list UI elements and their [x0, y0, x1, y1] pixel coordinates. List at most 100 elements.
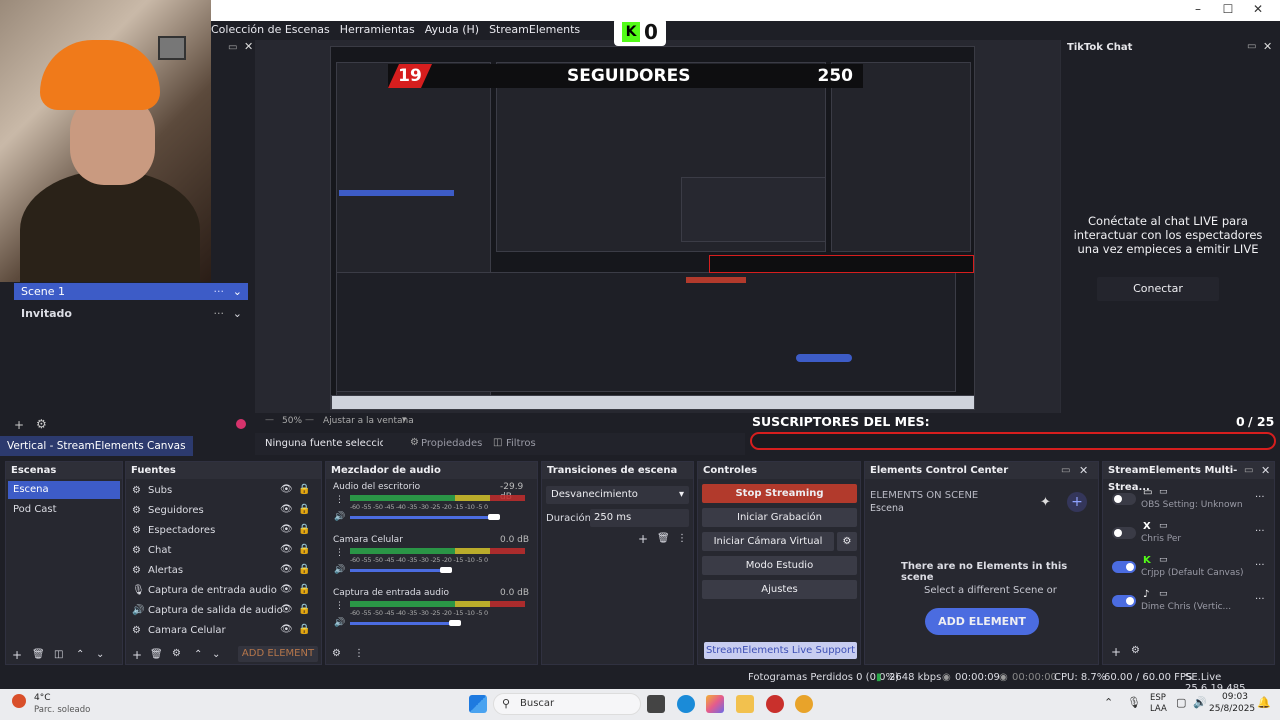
task-view-icon[interactable] [647, 695, 665, 713]
dock-float-icon[interactable]: ▭ [1247, 41, 1256, 52]
lock-icon[interactable]: 🔒 [298, 604, 310, 615]
add-icon[interactable]: + [14, 418, 26, 432]
menu-tools[interactable]: Herramientas [340, 21, 415, 39]
volume-slider[interactable] [350, 622, 455, 625]
dock-float-icon[interactable]: ▭ [1061, 465, 1070, 476]
lock-icon[interactable]: 🔒 [298, 504, 310, 515]
dock-close-icon[interactable]: ✕ [1079, 464, 1088, 477]
transition-select[interactable]: Desvanecimiento ▾ [546, 486, 689, 504]
fit-to-window-select[interactable]: Ajustar a la ventana [323, 416, 414, 426]
virtual-camera-button[interactable]: Iniciar Cámara Virtual [702, 532, 834, 551]
weather-icon[interactable] [12, 694, 26, 708]
zoom-out-icon[interactable]: — [265, 415, 274, 425]
zoom-in-icon[interactable]: — [305, 415, 314, 425]
move-up-icon[interactable]: ⌃ [194, 649, 202, 660]
trash-icon[interactable]: 🗑 [657, 533, 670, 544]
eye-icon[interactable]: 👁 [280, 564, 293, 575]
more-vertical-icon[interactable]: ⋮ [335, 601, 344, 611]
source-item[interactable]: ⚙ Seguidores 👁 🔒 [132, 504, 317, 521]
stop-streaming-button[interactable]: Stop Streaming [702, 484, 857, 503]
more-icon[interactable]: ··· [1255, 526, 1265, 537]
record-dot-icon[interactable] [236, 419, 246, 429]
settings-button[interactable]: Ajustes [702, 580, 857, 599]
destination-toggle[interactable] [1112, 527, 1136, 539]
taskbar-search[interactable]: ⚲ Buscar [493, 693, 641, 715]
more-icon[interactable]: ··· [1255, 560, 1265, 571]
eye-icon[interactable]: 👁 [280, 484, 293, 495]
source-item[interactable]: 🎙 Captura de entrada audio 👁 🔒 [132, 584, 317, 601]
start-recording-button[interactable]: Iniciar Grabación [702, 508, 857, 527]
file-explorer-icon[interactable] [736, 695, 754, 713]
eye-icon[interactable]: 👁 [280, 584, 293, 595]
more-icon[interactable]: ··· [1255, 492, 1265, 503]
volume-slider[interactable] [350, 569, 447, 572]
add-icon[interactable]: + [132, 648, 142, 662]
more-icon[interactable]: ··· [1255, 594, 1265, 605]
menu-scene-collection[interactable]: Colección de Escenas [211, 21, 330, 39]
preview-canvas[interactable] [330, 46, 975, 410]
copilot-icon[interactable] [706, 695, 724, 713]
scene-item-scene-1[interactable]: Scene 1 ··· ⌄ [14, 283, 248, 300]
filter-icon[interactable]: ◫ [54, 649, 63, 660]
minimize-icon[interactable]: – [1183, 2, 1213, 19]
chevron-down-icon[interactable]: ⌄ [233, 305, 242, 322]
close-icon[interactable]: ✕ [1243, 2, 1273, 19]
gear-icon[interactable]: ⚙ [172, 648, 181, 659]
lock-icon[interactable]: 🔒 [298, 584, 310, 595]
source-item[interactable]: ⚙ Alertas 👁 🔒 [132, 564, 317, 581]
dock-close-icon[interactable]: ✕ [1263, 40, 1272, 53]
duration-input[interactable]: 250 ms [590, 509, 689, 527]
gear-icon[interactable]: ⚙ [332, 648, 341, 659]
menu-streamelements[interactable]: StreamElements [489, 21, 580, 39]
source-item[interactable]: ⚙ Chat 👁 🔒 [132, 544, 317, 561]
source-item[interactable]: ⚙ Espectadores 👁 🔒 [132, 524, 317, 541]
volume-slider-knob[interactable] [440, 567, 453, 573]
volume-icon[interactable]: 🔊 [334, 618, 345, 628]
microphone-icon[interactable]: 🎙 [1127, 696, 1141, 709]
add-icon[interactable]: + [12, 648, 22, 662]
tab-vertical-canvas[interactable]: Vertical - StreamElements Canvas [0, 436, 193, 456]
scene-item-invitado[interactable]: Invitado ··· ⌄ [14, 305, 248, 322]
language-code[interactable]: ESP [1150, 693, 1166, 703]
scene-item-pod-cast[interactable]: Pod Cast [13, 504, 57, 515]
live-support-button[interactable]: StreamElements Live Support [704, 642, 857, 659]
eye-icon[interactable]: 👁 [280, 624, 293, 635]
scene-item-escena[interactable]: Escena [8, 481, 120, 499]
add-icon[interactable]: + [1111, 645, 1121, 659]
gear-icon[interactable]: ⚙ [36, 417, 47, 431]
volume-slider-knob[interactable] [449, 620, 461, 626]
dock-float-icon[interactable]: ▭ [1244, 465, 1253, 476]
trash-icon[interactable]: 🗑 [150, 649, 163, 660]
volume-slider[interactable] [350, 516, 494, 519]
opera-icon[interactable] [766, 695, 784, 713]
windows-start-icon[interactable] [469, 695, 487, 713]
filters-button[interactable]: Filtros [506, 438, 536, 449]
dock-close-icon[interactable]: ✕ [1261, 464, 1270, 477]
add-element-button[interactable]: ADD ELEMENT [925, 608, 1039, 635]
eye-icon[interactable]: 👁 [280, 604, 293, 615]
chevron-down-icon[interactable]: ▾ [402, 415, 407, 425]
source-item[interactable]: ⚙ Subs 👁 🔒 [132, 484, 317, 501]
add-icon[interactable]: + [1067, 492, 1087, 512]
lock-icon[interactable]: 🔒 [298, 564, 310, 575]
properties-button[interactable]: Propiedades [421, 438, 482, 449]
eye-icon[interactable]: 👁 [280, 524, 293, 535]
destination-toggle[interactable] [1112, 595, 1136, 607]
add-element-button[interactable]: ADD ELEMENT [238, 646, 318, 662]
destination-toggle[interactable] [1112, 493, 1136, 505]
studio-mode-button[interactable]: Modo Estudio [702, 556, 857, 575]
keyboard-layout[interactable]: LAA [1150, 704, 1167, 714]
chevron-down-icon[interactable]: ⌄ [233, 283, 242, 300]
move-down-icon[interactable]: ⌄ [212, 649, 220, 660]
sparkle-icon[interactable]: ✦ [1040, 495, 1051, 510]
more-vertical-icon[interactable]: ⋮ [354, 648, 364, 659]
more-icon[interactable]: ··· [214, 283, 225, 300]
lock-icon[interactable]: 🔒 [298, 544, 310, 555]
more-vertical-icon[interactable]: ⋮ [335, 495, 344, 505]
lock-icon[interactable]: 🔒 [298, 524, 310, 535]
chevron-up-icon[interactable]: ⌃ [1104, 696, 1113, 709]
lock-icon[interactable]: 🔒 [298, 624, 310, 635]
notification-icon[interactable]: 🔔 [1257, 696, 1271, 709]
more-vertical-icon[interactable]: ⋮ [335, 548, 344, 558]
lock-icon[interactable]: 🔒 [298, 484, 310, 495]
